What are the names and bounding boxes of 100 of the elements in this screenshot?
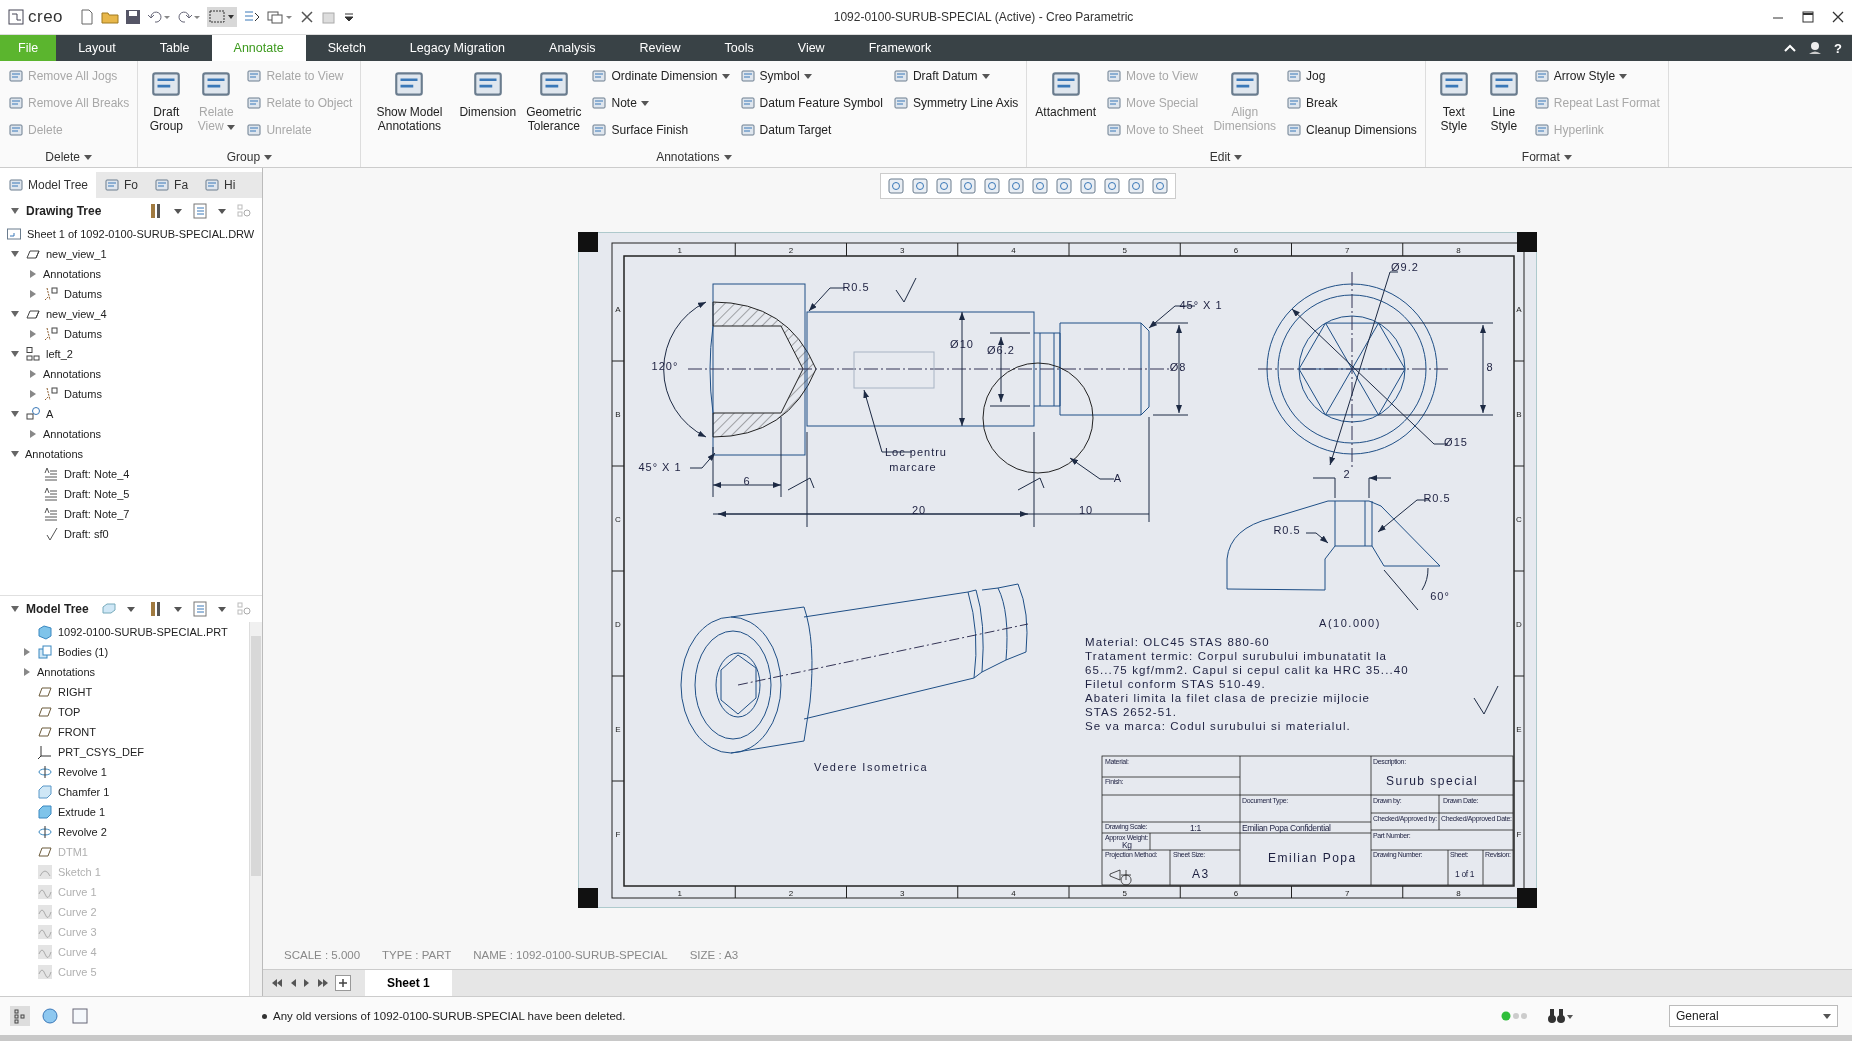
ribbon-command[interactable]: Symmetry Line Axis [890,90,1021,116]
tree-item[interactable]: Annotations [25,448,84,460]
tree-item[interactable]: Datums [64,328,102,340]
tree-item[interactable]: new_view_4 [46,308,107,320]
tree-item[interactable]: Draft: Note_5 [64,488,130,500]
ribbon-command[interactable]: Break [1284,90,1419,116]
ribbon-tab[interactable]: View [775,35,847,61]
ribbon-tab[interactable]: Analysis [527,35,618,61]
list-icon[interactable] [192,601,208,617]
tree-item[interactable]: Draft: Note_4 [64,468,130,480]
collapsed-arrow-icon[interactable] [22,667,32,677]
ribbon-tab[interactable]: Table [137,35,212,61]
next-sheet-icon[interactable] [303,978,311,988]
tree-item[interactable]: Chamfer 1 [58,786,110,798]
selection-box-icon[interactable] [207,7,238,27]
collapsed-arrow-icon[interactable] [28,329,38,339]
group-menu[interactable]: Edit [1033,147,1419,167]
tree-item[interactable]: Datums [64,388,102,400]
ribbon-command[interactable]: Datum Feature Symbol [737,90,885,116]
expanded-arrow-icon[interactable] [10,604,20,614]
ribbon-command[interactable]: Note [589,90,732,116]
add-sheet-icon[interactable] [335,975,351,991]
tree-view-icon[interactable] [10,1006,30,1026]
collapse-ribbon-icon[interactable] [1784,43,1797,53]
tree-item[interactable]: A [46,408,54,420]
tree-item[interactable]: Revolve 1 [58,766,107,778]
tree-item[interactable]: RIGHT [58,686,93,698]
collapsed-arrow-icon[interactable] [28,389,38,399]
collapsed-arrow-icon[interactable] [28,369,38,379]
collapsed-arrow-icon[interactable] [28,289,38,299]
last-sheet-icon[interactable] [317,978,329,988]
binoculars-icon[interactable] [1547,1007,1573,1025]
group-menu[interactable]: Delete [6,147,132,167]
user-icon[interactable] [1808,41,1823,55]
new-file-icon[interactable] [79,9,96,25]
ribbon-command[interactable]: Draft Datum [890,63,1021,89]
ribbon-command[interactable]: Line Style [1481,63,1526,133]
ribbon-command[interactable]: Show Model Annotations [367,63,452,133]
navigator-tab[interactable]: Model Tree [0,172,97,198]
expanded-arrow-icon[interactable] [10,309,20,319]
tree-item[interactable]: Bodies (1) [58,646,109,658]
tree-item[interactable]: Draft: sf0 [64,528,109,540]
ribbon-command[interactable]: Text Style [1431,63,1476,133]
ribbon-command[interactable]: Geometric Tolerance [524,63,584,133]
cube-icon[interactable] [101,601,118,617]
first-sheet-icon[interactable] [271,978,283,988]
tree-item[interactable]: TOP [58,706,81,718]
tree-item[interactable]: FRONT [58,726,96,738]
tree-item[interactable]: Draft: Note_7 [64,508,130,520]
tree-item[interactable]: Datums [64,288,102,300]
tree-item[interactable]: PRT_CSYS_DEF [58,746,144,758]
tree-item[interactable]: Annotations [37,666,96,678]
full-screen-icon[interactable] [70,1006,90,1026]
redo-icon[interactable] [177,9,202,25]
collapsed-arrow-icon[interactable] [22,647,32,657]
sheet-tab[interactable]: Sheet 1 [365,970,452,996]
expanded-arrow-icon[interactable] [10,349,20,359]
ribbon-command[interactable]: Datum Target [737,117,885,143]
collapsed-arrow-icon[interactable] [28,429,38,439]
tree-item[interactable]: Annotations [43,428,102,440]
ribbon-tab[interactable]: Layout [56,35,138,61]
expanded-arrow-icon[interactable] [10,409,20,419]
tree-item[interactable]: Annotations [43,368,102,380]
windows-icon[interactable] [267,9,294,25]
group-menu[interactable]: Format [1431,147,1662,167]
tree-item[interactable]: Extrude 1 [58,806,106,818]
help-button[interactable]: ? [1834,40,1842,56]
close-window-icon[interactable] [299,9,316,25]
ribbon-command[interactable]: Ordinate Dimension [589,63,732,89]
ribbon-command[interactable]: Surface Finish [589,117,732,143]
tree-item[interactable]: Annotations [43,268,102,280]
ribbon-tab[interactable]: Legacy Migration [387,35,528,61]
ribbon-command[interactable]: Attachment [1033,63,1098,119]
save-icon[interactable] [125,9,142,25]
folder-icon[interactable] [101,9,120,25]
ribbon-tab[interactable]: Tools [702,35,776,61]
navigator-tab[interactable]: Fa [146,172,197,198]
undo-icon[interactable] [147,9,172,25]
expanded-arrow-icon[interactable] [10,249,20,259]
scrollbar[interactable] [249,622,262,996]
ribbon-command[interactable]: Jog [1284,63,1419,89]
collapsed-arrow-icon[interactable] [28,269,38,279]
ribbon-command[interactable]: Dimension [457,63,519,119]
ribbon-command[interactable]: Draft Group [144,63,189,133]
maximize-icon[interactable] [1802,11,1814,23]
tree-item[interactable]: Revolve 2 [58,826,107,838]
ribbon-tab[interactable]: Sketch [305,35,388,61]
selection-filter[interactable]: General [1669,1005,1838,1027]
ribbon-command[interactable]: Arrow Style [1531,63,1662,89]
ribbon-tab[interactable]: Review [617,35,703,61]
group-menu[interactable]: Group [144,147,355,167]
expanded-arrow-icon[interactable] [10,206,20,216]
expanded-arrow-icon[interactable] [10,449,20,459]
list-icon[interactable] [192,203,208,219]
navigator-tab[interactable]: Hi [196,172,244,198]
ribbon-command[interactable]: Cleanup Dimensions [1284,117,1419,143]
ribbon-tab[interactable]: Framework [846,35,954,61]
tree-item[interactable]: left_2 [46,348,73,360]
navigator-tab[interactable]: Fo [96,172,147,198]
ribbon-tab[interactable]: Annotate [211,35,306,61]
